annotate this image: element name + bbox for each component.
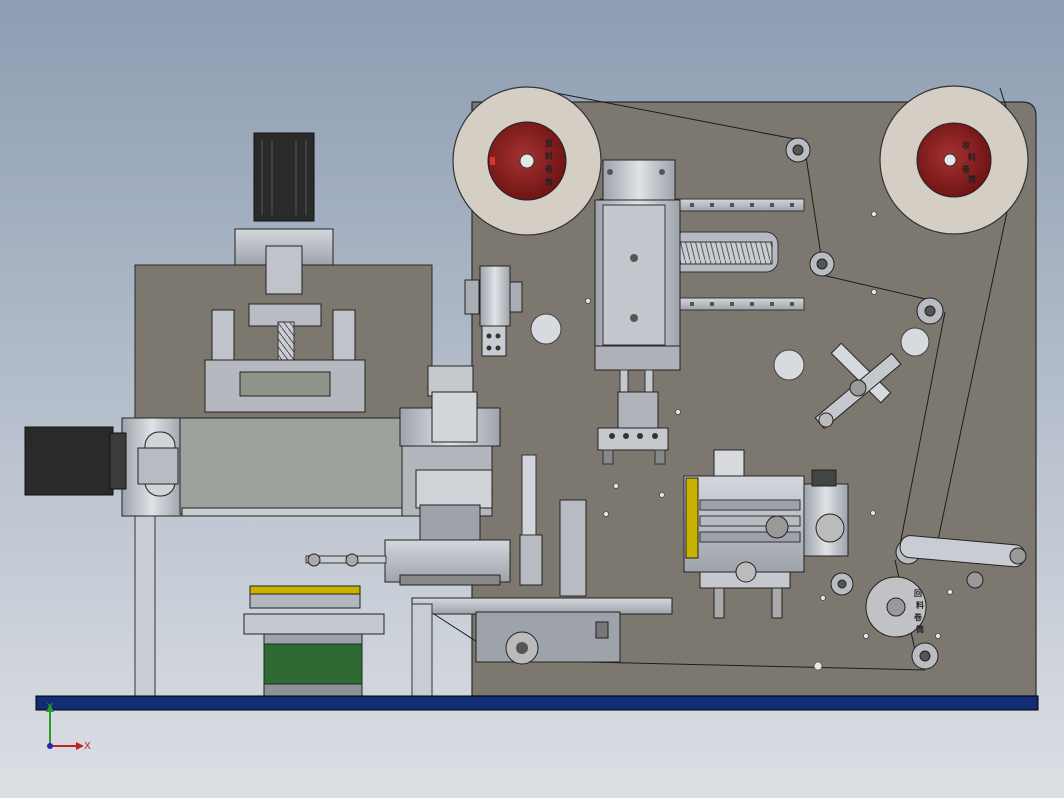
left-roll-char-3: 卷 — [544, 164, 554, 174]
y-axis-label: Y — [46, 702, 54, 713]
return-roll-char-2: 料 — [916, 600, 924, 610]
cad-viewport[interactable]: 放 料 卷 筒 收 料 卷 筒 回 料 卷 筒 Y X — [0, 0, 1064, 798]
z-axis-dot — [47, 743, 53, 749]
horizontal-spring-cylinder[interactable] — [669, 231, 779, 273]
assembly-drawing[interactable]: 放 料 卷 筒 收 料 卷 筒 回 料 卷 筒 Y X — [0, 0, 1064, 798]
left-roll-char-1: 放 — [544, 138, 554, 148]
right-roll-char-4: 筒 — [968, 174, 976, 184]
right-roll-char-2: 料 — [968, 152, 976, 162]
left-material-roll[interactable]: 放 料 卷 筒 — [452, 86, 602, 236]
left-roll-char-2: 料 — [545, 151, 553, 161]
return-roll-char-4: 筒 — [916, 624, 924, 634]
return-material-roll[interactable]: 回 料 卷 筒 — [865, 576, 927, 638]
base-rail — [35, 695, 1039, 711]
return-roll-char-1: 回 — [914, 589, 922, 598]
right-material-roll[interactable]: 收 料 卷 筒 — [879, 85, 1029, 235]
right-roll-char-1: 收 — [962, 140, 970, 150]
left-roll-char-4: 筒 — [545, 177, 553, 187]
return-roll-char-3: 卷 — [913, 612, 923, 622]
x-axis-label: X — [84, 741, 91, 752]
right-roll-char-3: 卷 — [961, 164, 971, 174]
